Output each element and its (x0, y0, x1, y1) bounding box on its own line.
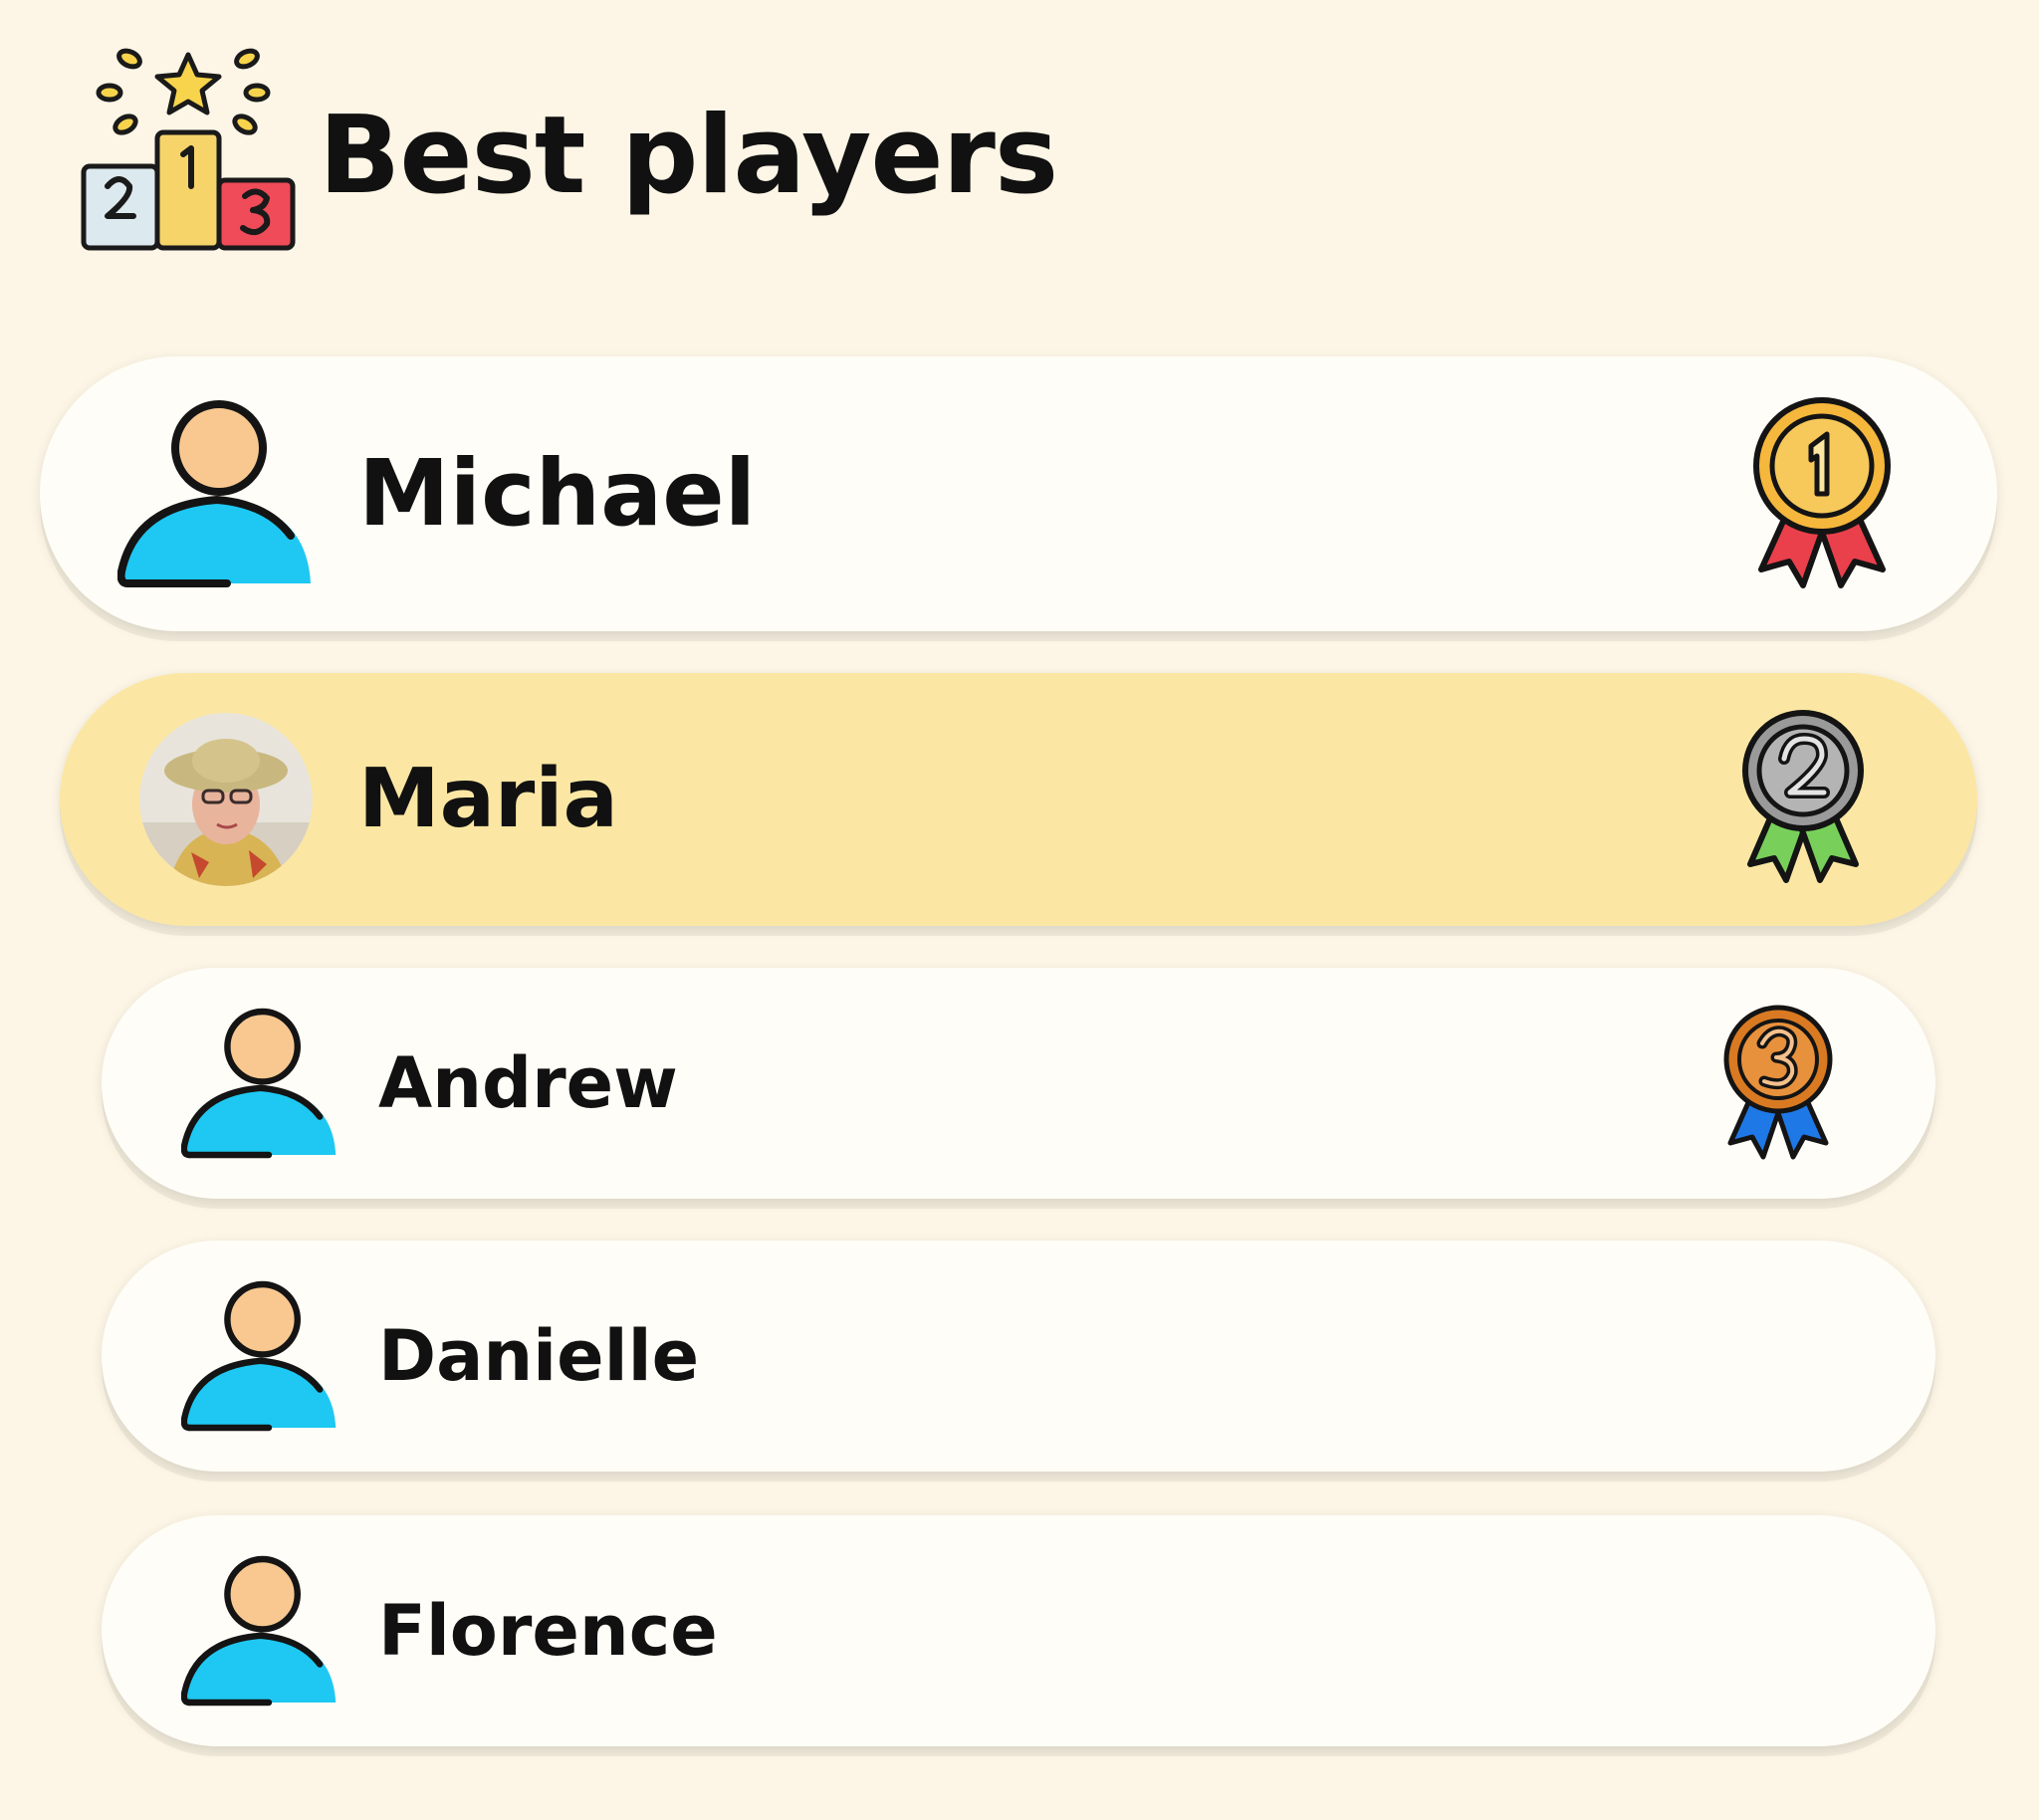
player-name: Maria (358, 752, 618, 846)
user-icon (181, 1280, 337, 1432)
player-name: Andrew (378, 1042, 678, 1124)
list-item[interactable]: Maria (60, 673, 1977, 926)
gold-medal-icon (1753, 397, 1891, 588)
silver-medal-icon (1742, 710, 1864, 883)
user-icon (181, 1555, 337, 1706)
user-icon (181, 1008, 337, 1159)
user-icon (117, 400, 311, 587)
bronze-medal-icon (1723, 1005, 1833, 1160)
list-item[interactable]: Florence (102, 1515, 1935, 1746)
leaderboard-header: Best players (80, 40, 1058, 259)
profile-photo (139, 713, 313, 886)
player-name: Michael (358, 440, 757, 547)
list-item[interactable]: Danielle (102, 1241, 1935, 1472)
list-item[interactable]: Andrew (102, 968, 1935, 1199)
list-item[interactable]: Michael (40, 356, 1997, 631)
player-name: Florence (378, 1590, 718, 1672)
player-name: Danielle (378, 1315, 700, 1397)
page-title: Best players (319, 93, 1058, 218)
podium-icon (81, 48, 296, 251)
